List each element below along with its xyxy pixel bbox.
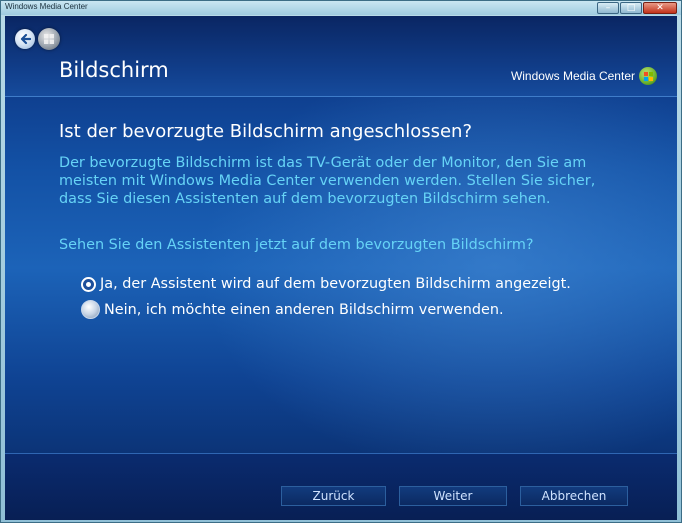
- option-no[interactable]: Nein, ich möchte einen anderen Bildschir…: [81, 300, 504, 319]
- wizard-content: Bildschirm Windows Media Center Ist der …: [5, 16, 677, 520]
- radio-unselected-icon[interactable]: [81, 300, 100, 319]
- media-center-window: Windows Media Center – □ ✕ Bildschirm Wi…: [0, 0, 682, 523]
- windows-start-orb-icon[interactable]: [38, 28, 60, 50]
- next-button[interactable]: Weiter: [399, 486, 507, 506]
- option-yes-label: Ja, der Assistent wird auf dem bevorzugt…: [100, 276, 571, 292]
- minimize-button[interactable]: –: [597, 2, 619, 14]
- window-title: Windows Media Center: [5, 2, 88, 11]
- description-line: Der bevorzugte Bildschirm ist das TV-Ger…: [59, 155, 587, 171]
- option-no-label: Nein, ich möchte einen anderen Bildschir…: [104, 301, 504, 318]
- brand: Windows Media Center: [511, 67, 657, 85]
- radio-selected-icon[interactable]: [81, 276, 96, 292]
- navigation-buttons: Zurück Weiter Abbrechen: [281, 486, 628, 506]
- title-bar[interactable]: Windows Media Center – □ ✕: [1, 1, 681, 15]
- windows-flag-logo-icon: [639, 67, 657, 85]
- radio-dot: [86, 281, 91, 287]
- question-heading: Ist der bevorzugte Bildschirm angeschlos…: [59, 121, 473, 142]
- page-title: Bildschirm: [59, 58, 169, 82]
- window-controls: – □ ✕: [597, 2, 677, 14]
- cancel-button[interactable]: Abbrechen: [520, 486, 628, 506]
- description-line: meisten mit Windows Media Center verwend…: [59, 173, 596, 189]
- question-prompt: Sehen Sie den Assistenten jetzt auf dem …: [59, 237, 534, 253]
- back-arrow-icon[interactable]: [15, 29, 35, 49]
- maximize-button[interactable]: □: [620, 2, 642, 14]
- description-line: dass Sie diesen Assistenten auf dem bevo…: [59, 191, 551, 207]
- close-button[interactable]: ✕: [643, 2, 677, 14]
- back-button[interactable]: Zurück: [281, 486, 386, 506]
- option-yes[interactable]: Ja, der Assistent wird auf dem bevorzugt…: [81, 276, 571, 292]
- description: Der bevorzugte Bildschirm ist das TV-Ger…: [59, 154, 659, 208]
- brand-text: Windows Media Center: [510, 69, 635, 83]
